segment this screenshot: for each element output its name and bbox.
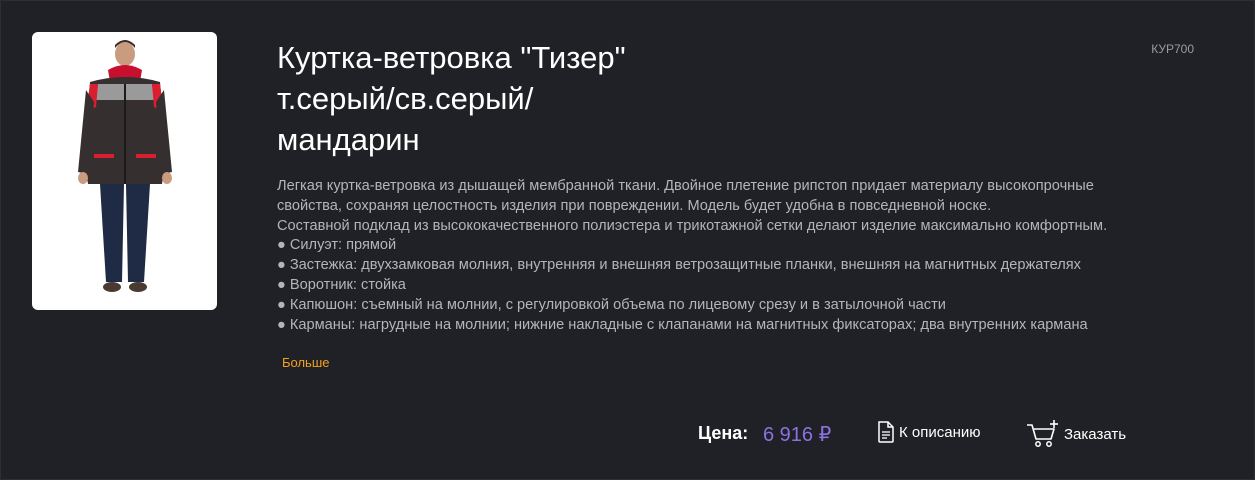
document-icon: [877, 421, 895, 443]
product-description: Легкая куртка-ветровка из дышащей мембра…: [277, 177, 1207, 335]
to-description-label: К описанию: [899, 423, 981, 441]
product-sku: КУР700: [1151, 42, 1194, 56]
order-button[interactable]: Заказать: [1026, 419, 1126, 449]
price-label: Цена:: [698, 423, 749, 443]
product-title-line: Куртка-ветровка "Тизер": [277, 40, 626, 75]
product-card: Куртка-ветровка "Тизер" т.серый/св.серый…: [0, 0, 1255, 480]
description-line: Легкая куртка-ветровка из дышащей мембра…: [277, 178, 1094, 194]
more-link[interactable]: Больше: [282, 355, 330, 370]
product-image[interactable]: [32, 32, 217, 310]
price-value: 6 916 ₽: [763, 424, 832, 446]
product-title: Куртка-ветровка "Тизер" т.серый/св.серый…: [277, 37, 697, 160]
to-description-button[interactable]: К описанию: [877, 421, 981, 443]
product-title-line: мандарин: [277, 122, 420, 157]
feature-fastener: ● Застежка: двухзамковая молния, внутрен…: [277, 257, 1081, 274]
jacket-model-photo-icon: [78, 40, 172, 292]
feature-pockets: ● Карманы: нагрудные на молнии; нижние н…: [277, 316, 1088, 333]
description-line: свойства, сохраняя целостность изделия п…: [277, 197, 992, 214]
feature-silhouette: ● Силуэт: прямой: [277, 237, 397, 254]
add-to-cart-icon: [1026, 419, 1060, 449]
feature-collar: ● Воротник: стойка: [277, 276, 406, 293]
order-label: Заказать: [1064, 425, 1127, 443]
feature-hood: ● Капюшон: съемный на молнии, с регулиро…: [277, 296, 946, 313]
product-title-line: т.серый/св.серый/: [277, 81, 534, 116]
description-line: Составной подклад из высококачественного…: [277, 217, 1108, 234]
